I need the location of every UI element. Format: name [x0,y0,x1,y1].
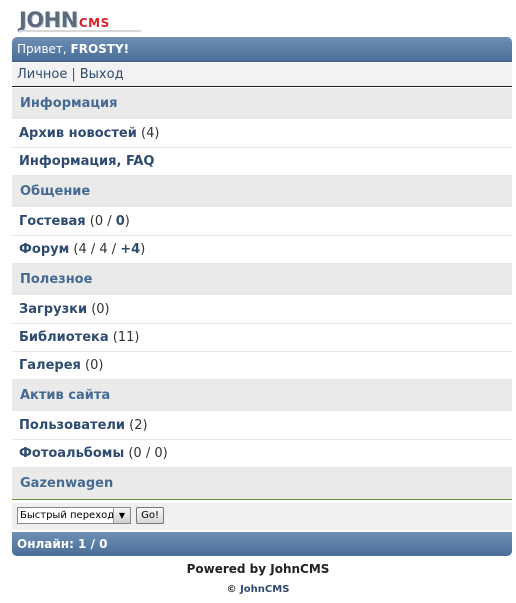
downloads-link[interactable]: Загрузки [19,302,87,317]
copyright-link[interactable]: JohnCMS [240,584,289,595]
chevron-down-icon[interactable]: ▼ [113,508,130,523]
greeting-text: Привет, [17,42,71,56]
logout-link[interactable]: Выход [80,67,124,82]
logo-underline [19,30,141,32]
online-bar: Онлайн: 1 / 0 [12,532,512,556]
guestbook-count-close: ) [124,214,130,229]
library-count: (11) [112,330,140,345]
downloads-count: (0) [91,302,110,317]
menu-item-downloads: Загрузки (0) [12,296,512,324]
menu-item-library: Библиотека (11) [12,324,512,352]
menu-item-guestbook: Гостевая (0 / 0) [12,208,512,236]
forum-new-link[interactable]: +4 [120,242,140,257]
guestbook-count-open: (0 / [85,214,116,229]
section-header-site-activity: Актив сайта [12,380,512,412]
guestbook-new-link[interactable]: 0 [116,214,125,229]
section-header-useful: Полезное [12,264,512,296]
library-link[interactable]: Библиотека [19,330,109,345]
menu-item-forum: Форум (4 / 4 / +4) [12,236,512,264]
logo-john: JOHN [19,8,78,32]
user-menu: Личное | Выход [12,63,512,87]
menu-item-users: Пользователи (2) [12,412,512,440]
username: FROSTY [70,42,124,56]
forum-count-open: (4 / 4 / [69,242,121,257]
gallery-link[interactable]: Галерея [19,358,81,373]
gallery-count: (0) [85,358,104,373]
users-link[interactable]: Пользователи [19,418,125,433]
section-header-info: Информация [12,88,512,120]
forum-count-close: ) [140,242,146,257]
menu-item-photoalbums: Фотоальбомы (0 / 0) [12,440,512,468]
online-count[interactable]: Онлайн: 1 / 0 [17,537,108,551]
gazenwagen-header: Gazenwagen [12,468,512,500]
users-count: (2) [129,418,148,433]
powered-by: Powered by JohnCMS [186,562,330,576]
page: JOHNCMS Привет, FROSTY! Личное | Выход Инф… [0,0,516,603]
photoalbums-count: (0 / 0) [128,446,168,461]
personal-link[interactable]: Личное [17,67,67,82]
go-button[interactable]: Go! [136,507,165,524]
logo[interactable]: JOHNCMS [19,8,110,32]
copyright: © JohnCMS [0,584,516,595]
quick-jump-bar: Быстрый переход ▼ Go! [12,503,512,530]
guestbook-link[interactable]: Гостевая [19,214,86,229]
quick-jump-select[interactable]: Быстрый переход ▼ [17,507,131,524]
quick-jump-selected: Быстрый переход [20,510,115,521]
greeting-bar: Привет, FROSTY! [12,37,512,62]
menu-item-gallery: Галерея (0) [12,352,512,380]
menu-separator: | [71,67,76,82]
main-menu: Информация Архив новостей (4) Информация… [12,88,512,500]
forum-link[interactable]: Форум [19,242,69,257]
greeting-exclamation: ! [123,42,130,56]
news-archive-count: (4) [141,126,160,141]
news-archive-link[interactable]: Архив новостей [19,126,137,141]
menu-item-info-faq: Информация, FAQ [12,148,512,176]
info-faq-link[interactable]: Информация, FAQ [19,154,154,169]
logo-cms: CMS [78,16,110,30]
section-header-communication: Общение [12,176,512,208]
photoalbums-link[interactable]: Фотоальбомы [19,446,124,461]
copyright-symbol: © [226,584,237,595]
menu-item-news-archive: Архив новостей (4) [12,120,512,148]
